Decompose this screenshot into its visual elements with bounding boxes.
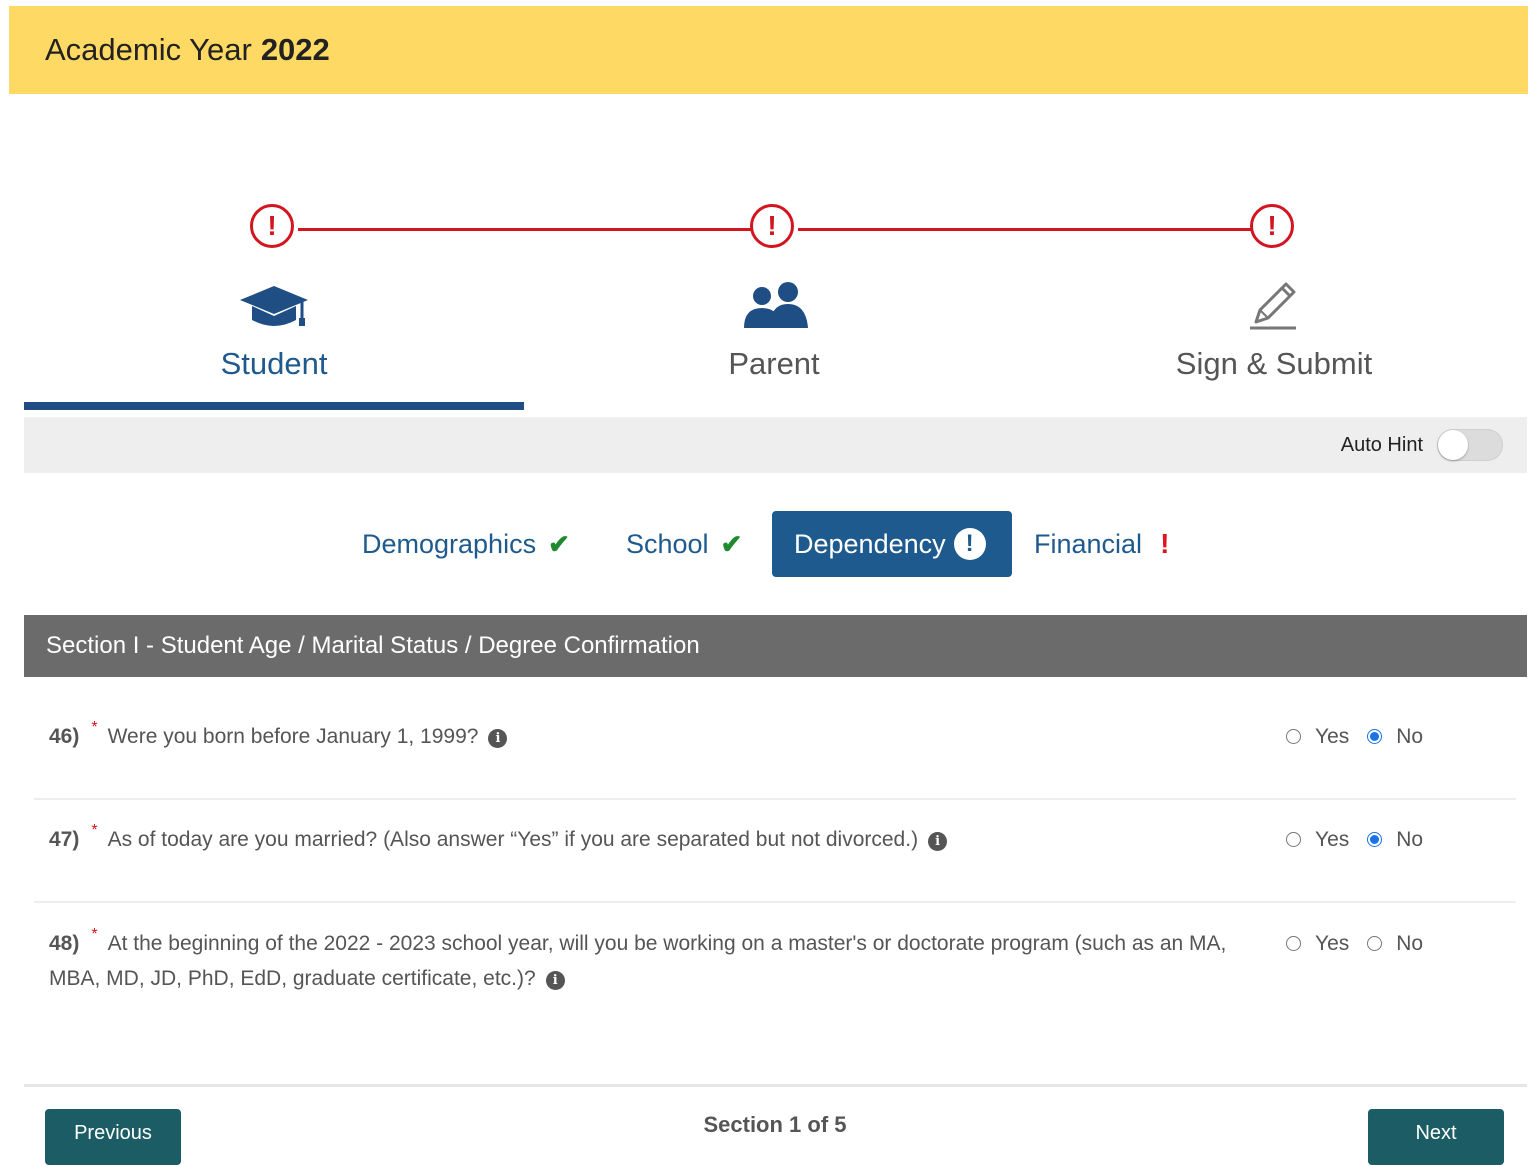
step-parent-alert-icon: ! bbox=[750, 204, 794, 248]
checkmark-icon: ✔ bbox=[548, 528, 570, 559]
step-sign-label: Sign & Submit bbox=[1175, 346, 1373, 381]
users-icon bbox=[744, 282, 808, 328]
question-text: At the beginning of the 2022 - 2023 scho… bbox=[49, 932, 1227, 990]
answer-options: Yes No bbox=[1286, 719, 1441, 754]
tab-demographics-label: Demographics bbox=[362, 528, 537, 559]
radio-no-label: No bbox=[1396, 724, 1424, 748]
subsection-tabs: Demographics ✔ School ✔ Dependency ! Fin… bbox=[0, 511, 1529, 577]
header-title: Academic Year bbox=[45, 32, 252, 67]
step-student-alert-icon: ! bbox=[250, 204, 294, 248]
question-divider bbox=[34, 798, 1516, 800]
section-title: Section I - Student Age / Marital Status… bbox=[46, 632, 700, 659]
tab-demographics[interactable]: Demographics ✔ bbox=[362, 511, 570, 577]
section-progress: Section 1 of 5 bbox=[703, 1112, 847, 1137]
checkmark-icon: ✔ bbox=[720, 528, 743, 559]
info-icon[interactable]: i bbox=[928, 832, 948, 852]
radio-yes-label: Yes bbox=[1315, 724, 1350, 748]
question-text-block: 46) * Were you born before January 1, 1999… bbox=[49, 719, 1229, 754]
question-number: 46) bbox=[49, 725, 80, 748]
alert-icon: ! bbox=[1160, 528, 1170, 559]
footer-divider bbox=[24, 1084, 1527, 1087]
radio-no-label: No bbox=[1396, 827, 1424, 851]
tab-school[interactable]: School ✔ bbox=[626, 511, 742, 577]
tab-school-label: School bbox=[626, 528, 709, 559]
required-marker: * bbox=[91, 926, 98, 943]
step-connector bbox=[798, 228, 1274, 231]
tab-financial-label: Financial bbox=[1034, 528, 1143, 559]
auto-hint-toggle[interactable] bbox=[1437, 429, 1503, 461]
tab-dependency-label: Dependency bbox=[794, 528, 946, 559]
required-marker: * bbox=[91, 719, 98, 736]
step-student-label: Student bbox=[220, 346, 328, 381]
toggle-knob bbox=[1438, 430, 1468, 460]
question-divider bbox=[34, 901, 1516, 903]
radio-yes[interactable] bbox=[1286, 832, 1301, 847]
progress-steps: ! ! ! Student Parent Sign & Submit bbox=[24, 190, 1527, 410]
radio-yes-label: Yes bbox=[1315, 931, 1350, 955]
info-icon[interactable]: i bbox=[545, 971, 565, 991]
auto-hint-label: Auto Hint bbox=[1340, 433, 1423, 456]
step-parent-label: Parent bbox=[728, 346, 820, 381]
pencil-icon bbox=[1250, 282, 1296, 330]
step-connector bbox=[298, 228, 774, 231]
radio-yes[interactable] bbox=[1286, 729, 1301, 744]
question-number: 48) bbox=[49, 932, 80, 955]
question-number: 47) bbox=[49, 828, 80, 851]
radio-no[interactable] bbox=[1367, 936, 1383, 951]
answer-options: Yes No bbox=[1286, 822, 1441, 857]
radio-no[interactable] bbox=[1367, 832, 1383, 847]
academic-year-header: Academic Year 2022 bbox=[9, 6, 1528, 94]
radio-no-label: No bbox=[1396, 931, 1424, 955]
question-text: Were you born before January 1, 1999? bbox=[107, 725, 479, 748]
radio-no[interactable] bbox=[1367, 729, 1383, 744]
section-header: Section I - Student Age / Marital Status… bbox=[24, 615, 1527, 677]
alert-icon: ! bbox=[953, 528, 986, 560]
active-step-indicator bbox=[24, 402, 524, 410]
radio-yes[interactable] bbox=[1286, 936, 1301, 951]
step-sign-alert-icon: ! bbox=[1250, 204, 1294, 248]
question-text: As of today are you married? (Also answe… bbox=[107, 828, 919, 851]
tab-financial[interactable]: Financial ! bbox=[1034, 511, 1169, 577]
graduation-cap-icon bbox=[240, 286, 308, 326]
header-year: 2022 bbox=[260, 32, 330, 67]
question-text-block: 47) * As of today are you married? (Also a… bbox=[49, 822, 1229, 857]
required-marker: * bbox=[91, 822, 98, 839]
answer-options: Yes No bbox=[1286, 926, 1441, 961]
info-icon[interactable]: i bbox=[488, 729, 508, 749]
question-text-block: 48) * At the beginning of the 2022 - 2023 … bbox=[49, 926, 1229, 996]
auto-hint-bar: Auto Hint bbox=[24, 417, 1527, 473]
tab-dependency[interactable]: Dependency ! bbox=[772, 511, 1012, 577]
radio-yes-label: Yes bbox=[1315, 827, 1350, 851]
